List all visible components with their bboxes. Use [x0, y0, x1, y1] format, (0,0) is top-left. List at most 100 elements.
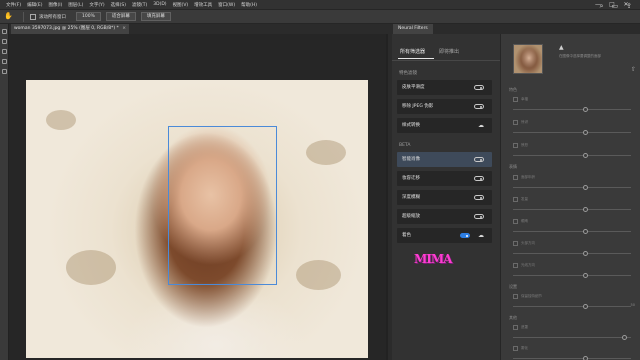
lasso-tool-icon[interactable]	[1, 49, 7, 54]
workspace-icon[interactable]: ▭	[612, 2, 619, 11]
tab-coming-soon[interactable]: 即将推出	[439, 48, 459, 55]
filter-toggle[interactable]	[474, 157, 484, 162]
haze-slider[interactable]	[513, 356, 631, 360]
face-detection-box[interactable]	[168, 126, 277, 285]
setting-checkbox[interactable]	[513, 294, 518, 299]
filter-super-zoom[interactable]: 超级缩放	[397, 209, 492, 224]
scroll-all-windows-checkbox[interactable]	[30, 13, 36, 20]
slider-knob[interactable]	[583, 251, 589, 256]
menu-window[interactable]: 窗口(W)	[218, 2, 235, 8]
setting-hair[interactable]: 发量	[513, 196, 633, 204]
setting-eyes[interactable]: 眼睛	[513, 218, 633, 226]
setting-haze[interactable]: 雾化	[513, 345, 633, 353]
setting-checkbox[interactable]	[513, 241, 518, 246]
setting-checkbox[interactable]	[513, 197, 518, 202]
tab-all-filters[interactable]: 所有筛选器	[400, 48, 425, 55]
search-icon[interactable]: ⌕	[600, 2, 604, 11]
close-tab-icon[interactable]: ×	[122, 24, 126, 34]
slider-knob[interactable]	[583, 229, 589, 234]
slider-knob[interactable]	[622, 335, 628, 340]
slider-knob[interactable]	[583, 153, 589, 158]
filter-toggle[interactable]	[474, 85, 484, 90]
happiness-slider[interactable]	[513, 107, 631, 112]
setting-checkbox[interactable]	[513, 120, 518, 125]
menu-help[interactable]: 帮助(H)	[241, 2, 257, 8]
filter-toggle[interactable]	[474, 104, 484, 109]
setting-checkbox[interactable]	[513, 143, 518, 148]
share-icon[interactable]: ⇪	[626, 2, 632, 11]
setting-mask[interactable]: 遮罩	[513, 324, 633, 332]
canvas-scrollbar[interactable]	[386, 34, 388, 360]
preserve-details-slider[interactable]: 50	[513, 303, 635, 309]
filter-jpeg-artifacts[interactable]: 移除 JPEG 伪影	[397, 99, 492, 114]
setting-checkbox[interactable]	[513, 325, 518, 330]
setting-checkbox[interactable]	[513, 175, 518, 180]
filter-toggle[interactable]	[474, 214, 484, 219]
hand-tool-icon[interactable]: ✋	[4, 12, 13, 21]
menu-type[interactable]: 文字(Y)	[89, 2, 104, 8]
setting-checkbox[interactable]	[513, 97, 518, 102]
menu-3d[interactable]: 3D(D)	[153, 2, 166, 7]
slider-knob[interactable]	[583, 107, 589, 112]
filter-skin-smoothing[interactable]: 皮肤平滑度	[397, 80, 492, 95]
setting-head-direction[interactable]: 头部方向	[513, 240, 633, 248]
anger-slider[interactable]	[513, 153, 631, 158]
setting-light-direction[interactable]: 光线方向	[513, 262, 633, 270]
face-age-slider[interactable]	[513, 185, 631, 190]
filters-list-panel: 所有筛选器 即将推出 特色滤镜 皮肤平滑度 移除 JPEG 伪影 样式转换 ☁ …	[392, 34, 500, 360]
head-direction-slider[interactable]	[513, 251, 631, 256]
slider-knob[interactable]	[583, 207, 589, 212]
surprise-slider[interactable]	[513, 130, 631, 135]
portrait-image[interactable]	[26, 80, 368, 358]
menu-image[interactable]: 图像(I)	[48, 2, 62, 8]
active-tab-indicator	[398, 58, 434, 59]
filter-depth-blur[interactable]: 深度模糊	[397, 190, 492, 205]
filter-style-transfer[interactable]: 样式转换 ☁	[397, 118, 492, 133]
canvas-area[interactable]	[9, 34, 388, 360]
slider-knob[interactable]	[583, 356, 589, 360]
crop-tool-icon[interactable]	[1, 59, 7, 64]
menu-select[interactable]: 选择(S)	[111, 2, 126, 8]
document-tab[interactable]: woman 3597073.jpg @ 25% (图层 0, RGB/8*) *…	[11, 24, 129, 34]
menu-edit[interactable]: 编辑(E)	[27, 2, 42, 8]
filter-smart-portrait[interactable]: 智能肖像	[397, 152, 492, 167]
menu-file[interactable]: 文件(F)	[6, 2, 21, 8]
eyes-slider[interactable]	[513, 229, 631, 234]
slider-knob[interactable]	[583, 185, 589, 190]
slider-knob[interactable]	[583, 273, 589, 278]
filter-makeup-transfer[interactable]: 妆容迁移	[397, 171, 492, 186]
cloud-download-icon[interactable]: ☁	[478, 232, 484, 239]
slider-knob[interactable]	[583, 130, 589, 135]
setting-checkbox[interactable]	[513, 219, 518, 224]
setting-anger[interactable]: 愤怒	[513, 142, 633, 150]
mask-slider[interactable]	[513, 335, 631, 340]
setting-face-age[interactable]: 面部年龄	[513, 174, 633, 182]
setting-preserve-details[interactable]: 保留独特细节	[513, 293, 633, 301]
fit-screen-button[interactable]: 适合屏幕	[105, 12, 136, 21]
menu-filter[interactable]: 滤镜(T)	[132, 2, 147, 8]
filter-colorize[interactable]: 着色 ☁	[397, 228, 492, 243]
tab-neural-filters[interactable]: Neural Filters	[393, 24, 433, 34]
menu-view[interactable]: 视图(V)	[173, 2, 189, 8]
setting-checkbox[interactable]	[513, 263, 518, 268]
filter-toggle[interactable]	[474, 176, 484, 181]
zoom-100-button[interactable]: 100%	[76, 12, 101, 21]
filter-toggle[interactable]	[474, 195, 484, 200]
brush-tool-icon[interactable]	[1, 69, 7, 74]
cloud-download-icon[interactable]: ☁	[478, 122, 484, 129]
hair-slider[interactable]	[513, 207, 631, 212]
setting-surprise[interactable]: 惊讶	[513, 119, 633, 127]
face-thumbnail[interactable]	[513, 44, 543, 74]
setting-happiness[interactable]: 幸福	[513, 96, 633, 104]
paint-splatter	[46, 110, 76, 130]
scroll-up-icon[interactable]: ⇧	[631, 66, 636, 73]
setting-checkbox[interactable]	[513, 346, 518, 351]
light-direction-slider[interactable]	[513, 273, 631, 278]
menu-plugins[interactable]: 增效工具	[194, 2, 212, 8]
move-tool-icon[interactable]	[1, 29, 7, 34]
menu-layer[interactable]: 图层(L)	[68, 2, 83, 8]
fill-screen-button[interactable]: 填充屏幕	[140, 12, 171, 21]
slider-knob[interactable]	[583, 304, 589, 309]
filter-toggle[interactable]	[460, 233, 470, 238]
marquee-tool-icon[interactable]	[1, 39, 7, 44]
